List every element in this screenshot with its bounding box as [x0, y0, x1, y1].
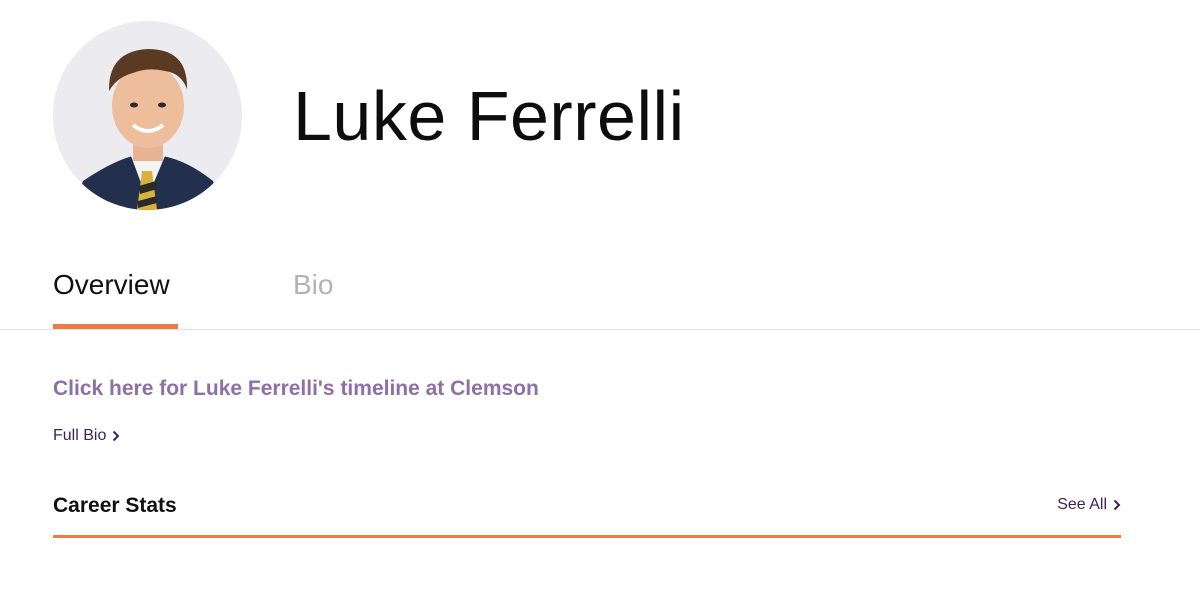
career-stats-header: Career Stats See All: [53, 490, 1121, 538]
profile-tabs: Overview Bio: [0, 250, 1200, 330]
player-profile-page: Luke Ferrelli Overview Bio Click here fo…: [0, 0, 1200, 605]
see-all-label: See All: [1057, 496, 1107, 513]
player-avatar: [53, 21, 242, 210]
tab-overview[interactable]: Overview: [53, 268, 170, 302]
timeline-link[interactable]: Click here for Luke Ferrelli's timeline …: [53, 377, 539, 401]
full-bio-label: Full Bio: [53, 427, 107, 444]
tab-bio[interactable]: Bio: [293, 268, 333, 302]
full-bio-link[interactable]: Full Bio: [53, 427, 120, 445]
career-stats-title: Career Stats: [53, 494, 177, 517]
chevron-right-icon: [113, 430, 120, 442]
active-tab-indicator: [53, 324, 178, 329]
see-all-link[interactable]: See All: [1057, 496, 1121, 514]
player-photo: [53, 21, 242, 210]
player-name: Luke Ferrelli: [293, 77, 685, 155]
chevron-right-icon: [1113, 499, 1121, 511]
